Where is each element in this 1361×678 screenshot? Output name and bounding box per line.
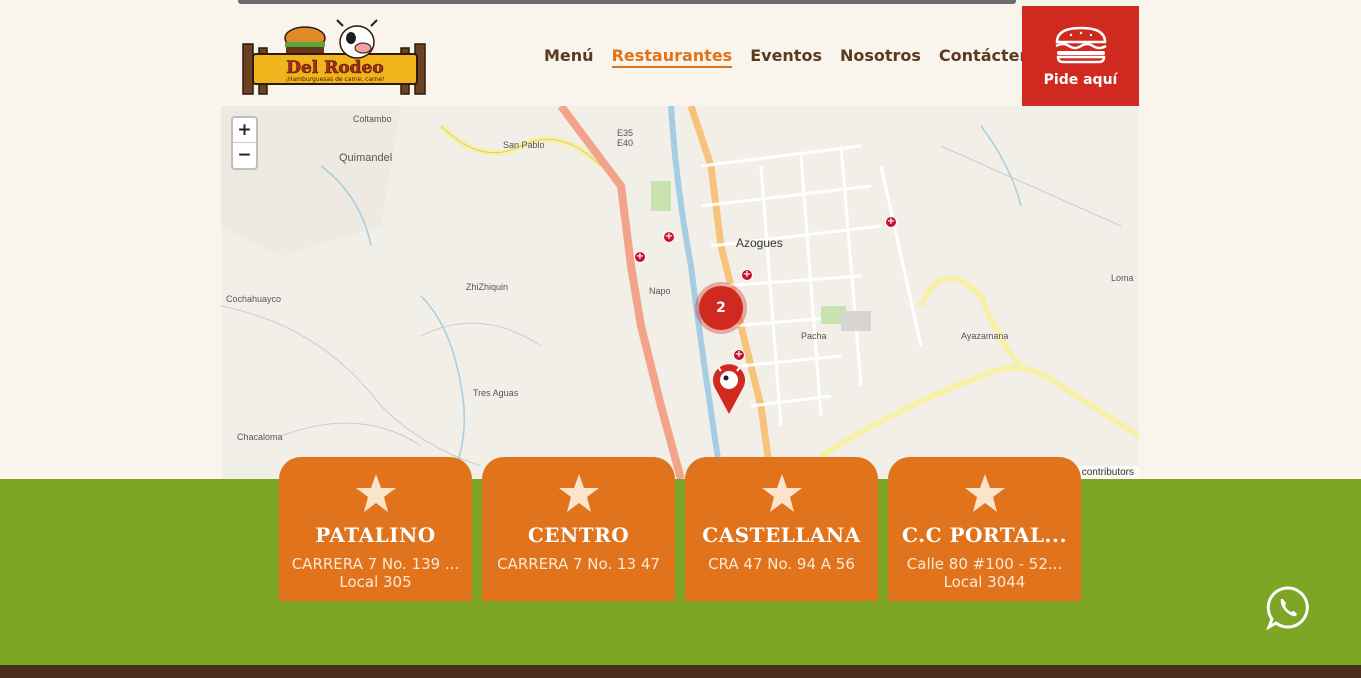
hospital-marker: + bbox=[634, 251, 646, 263]
restaurant-name: CASTELLANA bbox=[702, 523, 861, 547]
restaurant-card-cc-portal[interactable]: C.C PORTAL... Calle 80 #100 - 52... Loca… bbox=[888, 457, 1081, 601]
order-here-button[interactable]: Pide aquí bbox=[1022, 6, 1139, 106]
hospital-marker: + bbox=[741, 269, 753, 281]
restaurant-local: Local 3044 bbox=[943, 573, 1026, 591]
star-icon bbox=[355, 474, 396, 512]
restaurant-address: CARRERA 7 No. 139 ... bbox=[291, 555, 460, 573]
browser-top-shadow bbox=[238, 0, 1016, 4]
main-nav: Menú Restaurantes Eventos Nosotros Contá… bbox=[544, 46, 1051, 68]
star-icon bbox=[761, 474, 802, 512]
map-label-coltambo: Coltambo bbox=[353, 114, 392, 124]
nav-eventos[interactable]: Eventos bbox=[750, 46, 822, 68]
star-icon bbox=[964, 474, 1005, 512]
map-label-azogues: Azogues bbox=[736, 236, 783, 250]
map-label-tres-aguas: Tres Aguas bbox=[473, 388, 519, 398]
logo-tagline: ¡Hamburguesas de carne, carne! bbox=[286, 76, 385, 83]
nav-nosotros[interactable]: Nosotros bbox=[840, 46, 921, 68]
restaurant-local: Local 305 bbox=[339, 573, 412, 591]
burger-icon bbox=[1054, 26, 1107, 64]
map-label-zhizhiquin: ZhiZhiquin bbox=[466, 282, 509, 292]
map-label-e40: E40 bbox=[617, 138, 634, 148]
map-label-pacha: Pacha bbox=[801, 331, 827, 341]
restaurant-address: Calle 80 #100 - 52... bbox=[906, 555, 1063, 573]
hospital-marker: + bbox=[663, 231, 675, 243]
restaurants-map[interactable]: + − Quimandel Cochahuayco ZhiZhiquin Tre… bbox=[221, 106, 1139, 479]
map-label-ayazamana: Ayazamana bbox=[961, 331, 1009, 341]
restaurant-cards: PATALINO CARRERA 7 No. 139 ... Local 305… bbox=[279, 457, 1081, 601]
map-label-cochahuayco: Cochahuayco bbox=[226, 294, 282, 304]
whatsapp-button[interactable] bbox=[1266, 585, 1311, 631]
restaurant-map-pin[interactable] bbox=[711, 362, 747, 420]
nav-menu[interactable]: Menú bbox=[544, 46, 594, 68]
del-rodeo-logo[interactable]: Del Rodeo ¡Hamburguesas de carne, carne! bbox=[239, 18, 431, 96]
restaurant-card-centro[interactable]: CENTRO CARRERA 7 No. 13 47 bbox=[482, 457, 675, 601]
map-label-chacaloma: Chacaloma bbox=[237, 432, 283, 442]
restaurant-name: CENTRO bbox=[527, 523, 630, 547]
map-label-quimandel: Quimandel bbox=[339, 152, 393, 164]
zoom-in-button[interactable]: + bbox=[233, 118, 256, 143]
order-here-label: Pide aquí bbox=[1043, 72, 1118, 88]
map-label-loma: Loma bbox=[1111, 273, 1134, 283]
restaurant-address: CARRERA 7 No. 13 47 bbox=[497, 555, 660, 573]
site-header: Del Rodeo ¡Hamburguesas de carne, carne!… bbox=[221, 6, 1139, 106]
restaurant-name: PATALINO bbox=[315, 523, 436, 547]
hospital-marker: + bbox=[733, 349, 745, 361]
whatsapp-icon bbox=[1266, 586, 1309, 631]
logo-title: Del Rodeo bbox=[286, 58, 383, 78]
zoom-out-button[interactable]: − bbox=[233, 143, 256, 168]
footer-strip bbox=[0, 665, 1361, 678]
zoom-control: + − bbox=[231, 116, 258, 170]
restaurant-name: C.C PORTAL... bbox=[902, 523, 1067, 547]
hospital-marker: + bbox=[885, 216, 897, 228]
map-label-e35: E35 bbox=[617, 128, 634, 138]
restaurant-address: CRA 47 No. 94 A 56 bbox=[708, 555, 855, 573]
map-label-san-pablo: San Pablo bbox=[503, 140, 545, 150]
restaurant-card-patalino[interactable]: PATALINO CARRERA 7 No. 139 ... Local 305 bbox=[279, 457, 472, 601]
map-cluster-marker[interactable]: 2 bbox=[699, 286, 743, 330]
nav-restaurantes[interactable]: Restaurantes bbox=[611, 46, 733, 68]
restaurant-card-castellana[interactable]: CASTELLANA CRA 47 No. 94 A 56 bbox=[685, 457, 878, 601]
map-label-napo: Napo bbox=[649, 286, 671, 296]
map-attribution[interactable]: contributors bbox=[1076, 466, 1139, 479]
map-pin-icon bbox=[713, 364, 745, 414]
star-icon bbox=[558, 474, 599, 512]
